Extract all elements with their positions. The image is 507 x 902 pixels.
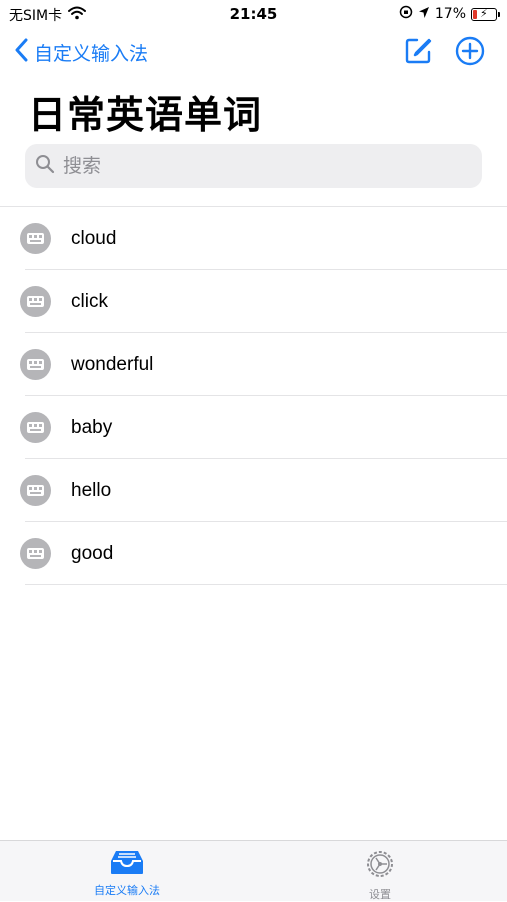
keyboard-icon <box>20 223 51 254</box>
back-button-label: 自定义输入法 <box>34 42 149 65</box>
search-icon <box>35 154 55 178</box>
search-bar[interactable] <box>25 144 482 188</box>
battery-fill <box>473 9 477 19</box>
list-item-label: wonderful <box>71 353 154 375</box>
tab-custom-input[interactable]: 自定义输入法 <box>67 849 187 898</box>
plus-circle-icon <box>455 36 485 66</box>
list-item[interactable]: cloud <box>0 207 507 270</box>
list-item-label: baby <box>71 416 113 438</box>
nav-actions <box>403 36 485 66</box>
back-button[interactable]: 自定义输入法 <box>14 38 148 66</box>
status-bar: 无SIM卡 21:45 17% ⚡ <box>0 0 507 28</box>
list-item-label: hello <box>71 479 112 501</box>
list-item[interactable]: baby <box>0 396 507 459</box>
charging-bolt-icon: ⚡ <box>480 6 488 20</box>
list-item[interactable]: good <box>0 522 507 585</box>
list-item-label: cloud <box>71 227 117 249</box>
compose-icon <box>405 38 432 64</box>
list-item[interactable]: click <box>0 270 507 333</box>
tab-label: 自定义输入法 <box>94 884 160 897</box>
word-list: cloud click wonderful baby hello good <box>0 206 507 585</box>
list-item-label: good <box>71 542 114 564</box>
location-icon <box>418 6 430 23</box>
add-button[interactable] <box>455 36 485 66</box>
compose-button[interactable] <box>403 36 433 66</box>
tab-bar: 自定义输入法 设置 <box>0 840 507 901</box>
tab-settings[interactable]: 设置 <box>320 849 440 902</box>
chevron-left-icon <box>14 38 28 66</box>
keyboard-icon <box>20 349 51 380</box>
list-item-label: click <box>71 290 108 312</box>
list-item[interactable]: hello <box>0 459 507 522</box>
search-input[interactable] <box>61 154 445 178</box>
page-title: 日常英语单词 <box>28 93 263 137</box>
gear-icon <box>365 849 395 883</box>
orientation-lock-icon <box>399 5 413 23</box>
list-item[interactable]: wonderful <box>0 333 507 396</box>
battery-icon: ⚡ <box>471 6 500 21</box>
keyboard-icon <box>20 475 51 506</box>
keyboard-icon <box>20 412 51 443</box>
keyboard-icon <box>20 538 51 569</box>
status-right: 17% ⚡ <box>399 5 500 23</box>
tray-icon <box>110 849 144 879</box>
keyboard-icon <box>20 286 51 317</box>
battery-percent: 17% <box>434 6 466 22</box>
